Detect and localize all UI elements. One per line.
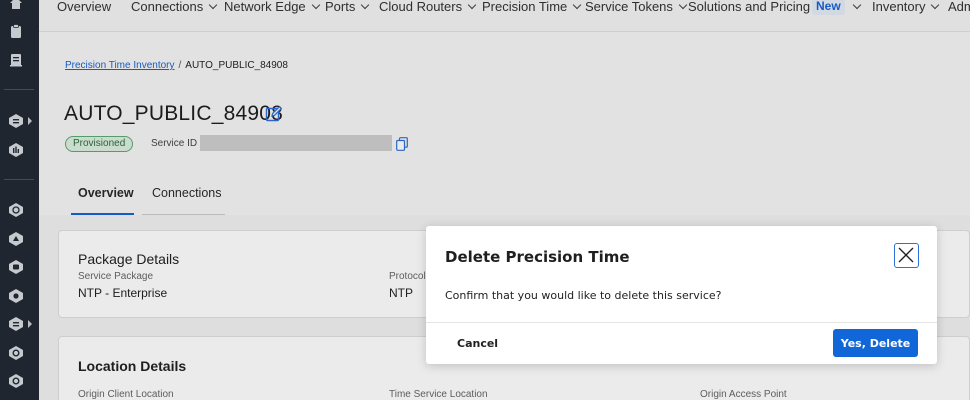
dialog-divider — [426, 322, 937, 323]
close-button[interactable] — [894, 243, 919, 268]
dialog-message: Confirm that you would like to delete th… — [445, 289, 722, 302]
dialog-title: Delete Precision Time — [445, 248, 630, 266]
delete-confirm-dialog: Delete Precision Time Confirm that you w… — [426, 226, 937, 364]
confirm-delete-button[interactable]: Yes, Delete — [833, 329, 918, 357]
cancel-button[interactable]: Cancel — [445, 330, 505, 356]
close-icon — [898, 247, 914, 263]
